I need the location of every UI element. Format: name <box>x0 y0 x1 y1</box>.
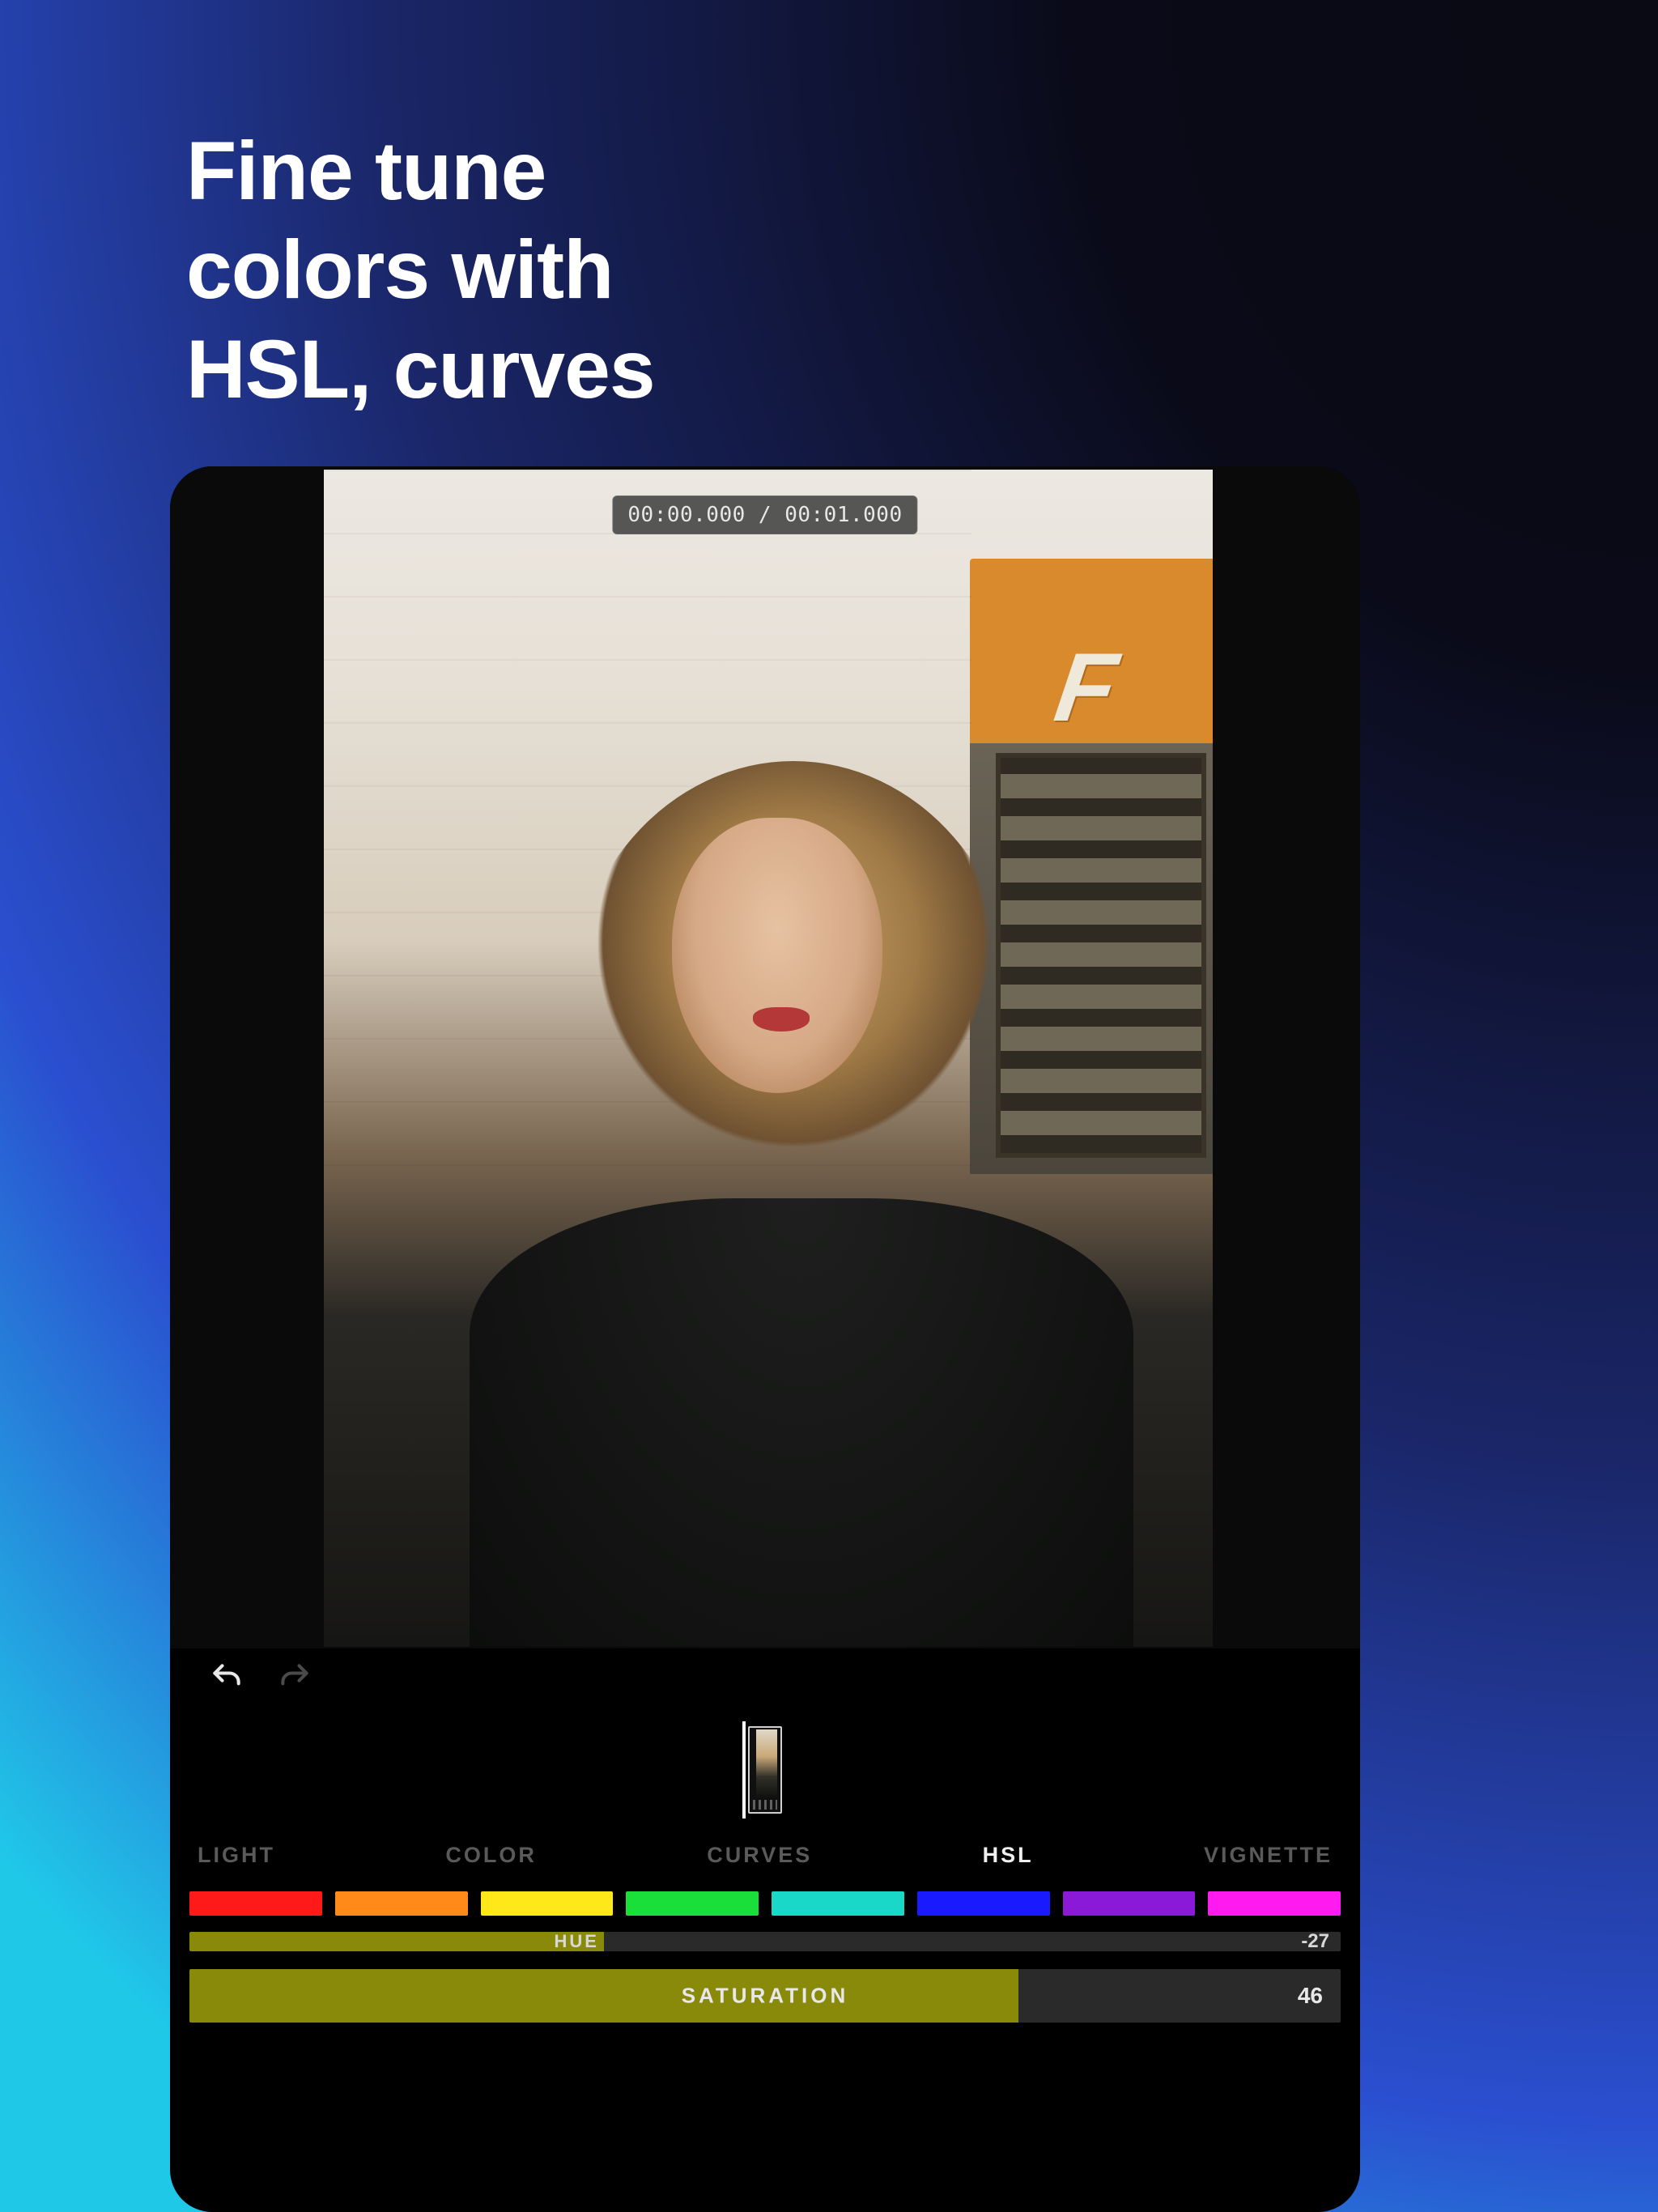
hue-slider[interactable]: HUE -27 <box>189 1932 1341 1951</box>
swatch-blue[interactable] <box>917 1891 1050 1916</box>
tab-hsl[interactable]: HSL <box>983 1843 1034 1868</box>
undo-button[interactable] <box>209 1660 244 1699</box>
swatch-orange[interactable] <box>335 1891 468 1916</box>
redo-button <box>277 1660 312 1699</box>
headline-line-2: colors with <box>186 220 655 319</box>
subject-jacket <box>470 1198 1133 1647</box>
video-preview-area[interactable]: F 00:00.000 / 00:01.000 <box>170 466 1360 1648</box>
timeline-playhead[interactable] <box>742 1721 746 1819</box>
subject-lips <box>753 1007 810 1032</box>
adjustment-tabs: LIGHT COLOR CURVES HSL VIGNETTE <box>189 1843 1341 1868</box>
clip-drag-handle[interactable] <box>753 1800 777 1810</box>
preview-image: F <box>324 470 1213 1647</box>
swatch-yellow[interactable] <box>481 1891 614 1916</box>
swatch-purple[interactable] <box>1063 1891 1196 1916</box>
undo-redo-group <box>209 1660 312 1699</box>
truck-letter: F <box>1048 632 1124 743</box>
hue-slider-label: HUE <box>554 1931 598 1952</box>
tab-light[interactable]: LIGHT <box>198 1843 275 1868</box>
subject-face <box>672 818 882 1093</box>
saturation-slider-value: 46 <box>1298 1983 1323 2009</box>
swatch-green[interactable] <box>626 1891 759 1916</box>
tab-vignette[interactable]: VIGNETTE <box>1204 1843 1333 1868</box>
headline-line-3: HSL, curves <box>186 320 655 419</box>
timeline-clip[interactable] <box>748 1726 782 1814</box>
hue-slider-fill: HUE <box>189 1932 604 1951</box>
hsl-color-swatches <box>189 1891 1341 1916</box>
swatch-cyan[interactable] <box>772 1891 904 1916</box>
marketing-headline: Fine tune colors with HSL, curves <box>186 121 655 419</box>
timecode-display: 00:00.000 / 00:01.000 <box>612 496 917 534</box>
editor-device-frame: F 00:00.000 / 00:01.000 LIGHT COLOR <box>170 466 1360 2212</box>
hue-slider-value: -27 <box>1301 1930 1329 1953</box>
saturation-slider-label: SATURATION <box>189 1984 1341 2009</box>
headline-line-1: Fine tune <box>186 121 655 220</box>
saturation-slider[interactable]: SATURATION 46 <box>189 1969 1341 2023</box>
tab-curves[interactable]: CURVES <box>707 1843 812 1868</box>
clip-thumbnail <box>756 1729 777 1797</box>
undo-icon <box>209 1660 244 1695</box>
truck-grille <box>996 753 1206 1158</box>
tab-color[interactable]: COLOR <box>445 1843 537 1868</box>
redo-icon <box>277 1660 312 1695</box>
swatch-red[interactable] <box>189 1891 322 1916</box>
swatch-magenta[interactable] <box>1208 1891 1341 1916</box>
